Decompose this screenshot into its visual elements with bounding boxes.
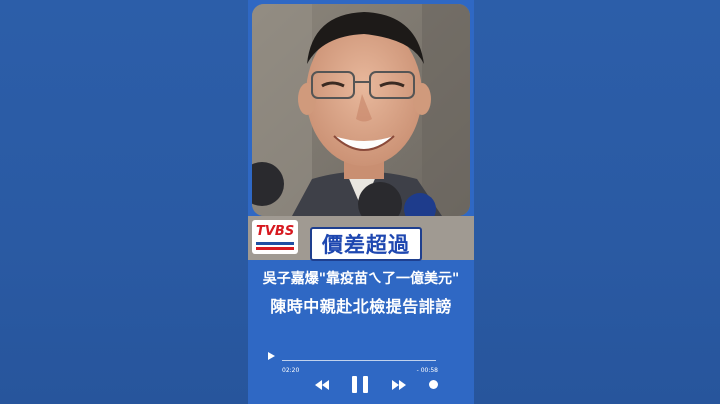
logo-stripe-blue [256,242,294,245]
left-background [0,0,248,404]
progress-track[interactable] [282,360,436,361]
video-still-image [252,4,470,216]
channel-logo: TVBS [252,220,298,254]
remaining-time: - 00:58 [416,367,438,374]
player-controls: 02:20 - 00:58 [248,340,474,404]
logo-stripe-red [256,247,294,250]
right-background [474,0,720,404]
badge-text: 價差超過 [322,233,410,257]
headline-badge: 價差超過 [310,227,422,261]
logo-text: TVBS [256,224,295,239]
rewind-icon[interactable] [315,380,329,390]
headline-line-2: 陳時中親赴北檢提告誹謗 [270,297,452,316]
video-frame[interactable] [252,4,470,216]
short-video-player[interactable]: TVBS 價差超過 吳子嘉爆"靠疫苗ㄟ了一億美元" 陳時中親赴北檢提告誹謗 02… [248,0,474,404]
play-icon[interactable] [268,352,275,360]
more-options-icon[interactable] [429,380,438,389]
fast-forward-icon[interactable] [392,380,406,390]
pause-icon[interactable] [352,376,368,393]
elapsed-time: 02:20 [282,367,300,374]
headline-line-1: 吳子嘉爆"靠疫苗ㄟ了一億美元" [262,271,460,287]
